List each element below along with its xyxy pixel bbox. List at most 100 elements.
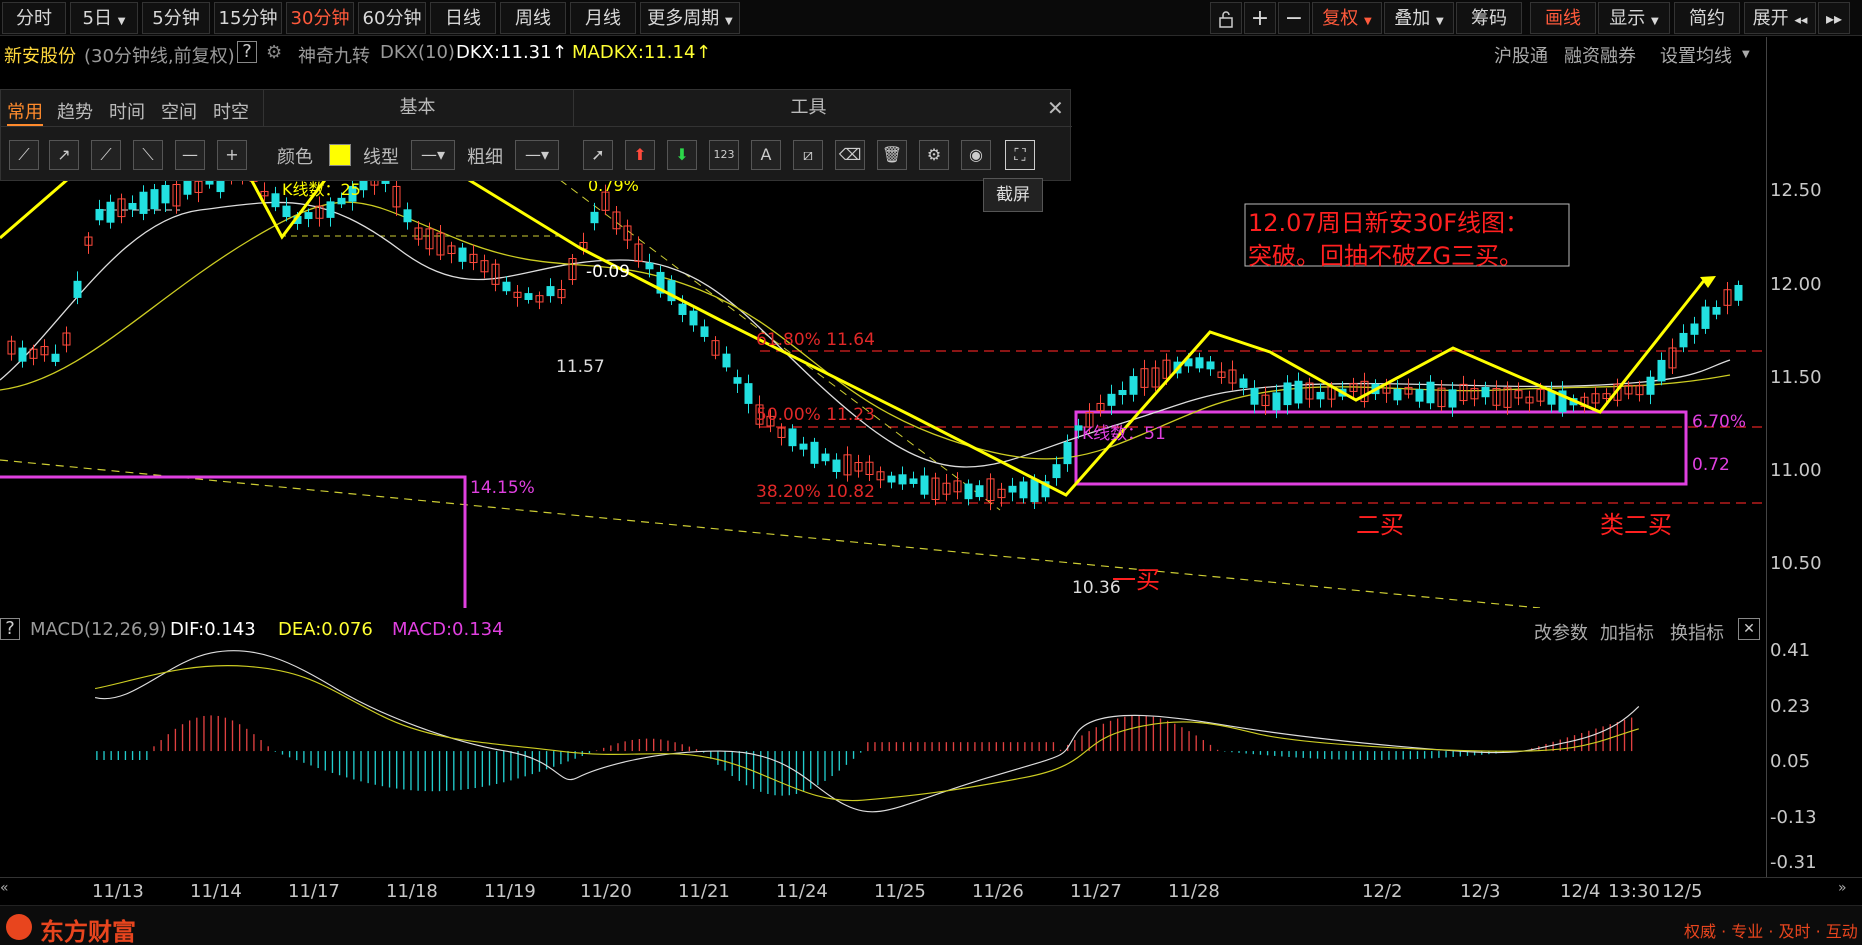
chevron-down-icon: ▼	[1364, 16, 1372, 27]
screenshot-icon[interactable]: ⛶	[1005, 140, 1035, 170]
close-icon[interactable]: ✕	[1047, 96, 1064, 120]
hk-connect-link[interactable]: 沪股通	[1494, 42, 1548, 68]
period-tab-month[interactable]: 月线	[570, 2, 636, 34]
period-tab-30min[interactable]: 30分钟	[286, 2, 354, 34]
lock-icon[interactable]	[1210, 2, 1242, 34]
settings-icon[interactable]: ⚙	[919, 140, 949, 170]
draw-tab-spacetime[interactable]: 时空	[213, 98, 249, 124]
candle	[1239, 378, 1248, 388]
fib-618-label: 61.80% 11.64	[756, 330, 875, 350]
macd-tick: 0.23	[1770, 696, 1811, 717]
close-icon[interactable]: ✕	[1738, 618, 1760, 640]
candle	[1701, 306, 1710, 329]
candle	[832, 459, 841, 472]
candle	[106, 201, 115, 223]
dkx-value: DKX:11.31	[456, 42, 552, 63]
macd-header: ? MACD(12,26,9) DIF:0.143 DEA:0.076 MACD…	[0, 614, 1766, 644]
candle	[95, 208, 104, 221]
period-tab-fenshi[interactable]: 分时	[2, 2, 66, 34]
candle	[282, 205, 291, 218]
pct-right-low-label: 0.72	[1692, 455, 1730, 475]
period-tab-more[interactable]: 更多周期 ▼	[640, 2, 740, 34]
display-menu[interactable]: 显示 ▼	[1598, 2, 1670, 34]
draw-line-button[interactable]: 画线	[1530, 2, 1596, 34]
period-tab-5min[interactable]: 5分钟	[142, 2, 210, 34]
period-tab-60min[interactable]: 60分钟	[358, 2, 426, 34]
zoom-in-icon[interactable]: +	[1244, 2, 1276, 34]
macd-chart[interactable]	[0, 644, 1766, 876]
candle	[304, 212, 313, 220]
add-indicator-link[interactable]: 加指标	[1600, 619, 1654, 645]
eraser-icon[interactable]: ⌫	[835, 140, 865, 170]
candle	[1294, 380, 1303, 404]
period-tab-week[interactable]: 周线	[500, 2, 566, 34]
cursor-icon[interactable]: ➚	[583, 140, 613, 170]
arrow-down-marker-icon[interactable]: ⬇	[667, 140, 697, 170]
width-select[interactable]: —▾	[515, 140, 559, 170]
candle	[1008, 485, 1017, 493]
help-icon[interactable]: ?	[0, 618, 20, 640]
period-tab-5day[interactable]: 5日 ▼	[70, 2, 138, 34]
draw-tab-common[interactable]: 常用	[7, 98, 43, 126]
chips-button[interactable]: 筹码	[1456, 2, 1522, 34]
arrow-up-marker-icon[interactable]: ⬆	[625, 140, 655, 170]
ruler-icon[interactable]: ⧄	[793, 140, 823, 170]
fib-382-label: 38.20% 10.82	[756, 482, 875, 502]
color-label: 颜色	[277, 147, 313, 168]
candle	[1195, 357, 1204, 369]
scroll-left-icon[interactable]: «	[0, 880, 9, 896]
arrow-up-icon: ↑	[552, 42, 568, 63]
candle	[73, 280, 82, 298]
overlay-menu[interactable]: 叠加 ▼	[1384, 2, 1454, 34]
horizontal-line-icon[interactable]: —	[175, 140, 205, 170]
switch-indicator-link[interactable]: 换指标	[1670, 619, 1724, 645]
set-ma-link[interactable]: 设置均线	[1660, 42, 1732, 68]
ray-line-icon[interactable]: ↗	[49, 140, 79, 170]
candle	[18, 347, 27, 362]
overlay-label: 叠加	[1394, 8, 1431, 29]
adjust-price-menu[interactable]: 复权 ▼	[1312, 2, 1382, 34]
candle	[590, 211, 599, 224]
period-tab-15min[interactable]: 15分钟	[214, 2, 282, 34]
adjust-price-label: 复权	[1322, 8, 1359, 29]
linetype-select[interactable]: —▾	[411, 140, 455, 170]
cross-line-icon[interactable]: +	[217, 140, 247, 170]
expand-button[interactable]: 展开 ◂◂	[1744, 2, 1816, 34]
simple-button[interactable]: 简约	[1674, 2, 1740, 34]
gear-icon[interactable]: ⚙	[266, 42, 282, 63]
straight-line-icon[interactable]: ⟋	[91, 140, 121, 170]
drawing-tool-panel: 常用 趋势 时间 空间 时空 基本 工具 ✕ ⟋ ↗ ⟋ ⟍ — + 颜色 线型…	[0, 89, 1072, 181]
trash-icon[interactable]: 🗑	[877, 140, 907, 170]
period-toolbar: 分时 5日 ▼ 5分钟 15分钟 30分钟 60分钟 日线 周线 月线 更多周期…	[0, 0, 1862, 36]
date-label: 11/20	[580, 881, 632, 902]
date-label: 12/5	[1662, 881, 1703, 902]
draw-tab-trend[interactable]: 趋势	[57, 98, 93, 124]
macd-tick: 0.05	[1770, 751, 1811, 772]
candle	[1734, 284, 1743, 301]
draw-tab-time[interactable]: 时间	[109, 98, 145, 124]
collapse-panel-icon[interactable]: ▸▸	[1818, 2, 1850, 34]
text-icon[interactable]: A	[751, 140, 781, 170]
stock-name: 新安股份	[4, 46, 76, 67]
zoom-out-icon[interactable]: −	[1278, 2, 1310, 34]
eye-icon[interactable]: ◉	[961, 140, 991, 170]
draw-tab-space[interactable]: 空间	[161, 98, 197, 124]
help-icon[interactable]: ?	[237, 41, 257, 63]
change-params-link[interactable]: 改参数	[1534, 619, 1588, 645]
margin-link[interactable]: 融资融券	[1564, 42, 1636, 68]
date-label: 12/3	[1460, 881, 1501, 902]
line-segment-icon[interactable]: ⟋	[9, 140, 39, 170]
diagonal-line-icon[interactable]: ⟍	[133, 140, 163, 170]
number-marker-icon[interactable]: 123	[709, 140, 739, 170]
section-tools: 工具	[573, 90, 1043, 126]
candle	[271, 193, 280, 208]
scroll-right-icon[interactable]: »	[1838, 880, 1847, 896]
color-swatch[interactable]	[329, 144, 351, 166]
brand-logo-icon	[6, 914, 32, 940]
candle	[161, 184, 170, 204]
candle	[150, 189, 159, 210]
candle	[1107, 393, 1116, 406]
macd-tick: 0.41	[1770, 640, 1811, 661]
period-tab-day[interactable]: 日线	[430, 2, 496, 34]
date-label: 11/24	[776, 881, 828, 902]
